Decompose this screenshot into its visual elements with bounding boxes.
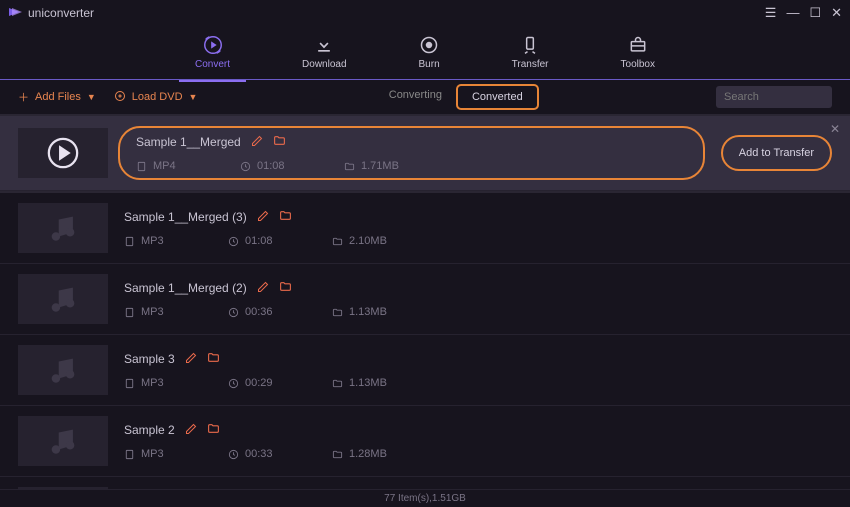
toolbox-icon [628, 35, 648, 55]
main-nav: Convert Download Burn Transfer Toolbox [0, 26, 850, 80]
list-item[interactable]: Sample 1__Merged (2) MP3 00:36 1.13MB [0, 264, 850, 335]
nav-convert[interactable]: Convert [187, 31, 238, 74]
audio-thumbnail[interactable] [18, 416, 108, 466]
audio-thumbnail[interactable] [18, 203, 108, 253]
item-size: 1.28MB [332, 448, 418, 460]
load-dvd-label: Load DVD [132, 91, 183, 103]
file-list[interactable]: Sample 1__Merged MP4 01:08 1.71MB Add to… [0, 114, 850, 489]
nav-transfer[interactable]: Transfer [504, 31, 557, 74]
search-placeholder: Search [724, 91, 759, 103]
item-size: 1.13MB [332, 306, 418, 318]
nav-label: Download [302, 59, 346, 70]
nav-burn[interactable]: Burn [411, 31, 448, 74]
item-size: 1.71MB [344, 160, 430, 172]
status-text: 77 Item(s),1.51GB [384, 493, 466, 504]
minimize-button[interactable]: — [786, 5, 799, 21]
list-item[interactable]: Sample 3 MP3 00:29 1.13MB [0, 335, 850, 406]
menu-button[interactable]: ☰ [765, 5, 777, 21]
nav-label: Convert [195, 59, 230, 70]
plus-icon: ＋ [18, 89, 29, 105]
list-item[interactable]: Sample 1__Merged (3) MP3 01:08 2.10MB [0, 193, 850, 264]
titlebar: uniconverter ☰ — ☐ ✕ [0, 0, 850, 26]
nav-label: Burn [419, 59, 440, 70]
folder-icon[interactable] [207, 422, 220, 438]
load-dvd-button[interactable]: Load DVD ▼ [114, 90, 198, 105]
chevron-down-icon: ▼ [87, 92, 96, 102]
item-size: 1.13MB [332, 377, 418, 389]
item-name: Sample 1__Merged (3) [124, 210, 247, 224]
item-name: Sample 2 [124, 423, 175, 437]
item-duration: 00:29 [228, 377, 286, 389]
maximize-button[interactable]: ☐ [809, 5, 821, 21]
nav-download[interactable]: Download [294, 31, 354, 74]
tab-converting[interactable]: Converting [375, 84, 456, 110]
video-thumbnail[interactable] [18, 128, 108, 178]
toolbar: ＋ Add Files ▼ Load DVD ▼ Converting Conv… [0, 80, 850, 114]
close-icon[interactable]: ✕ [830, 122, 840, 136]
item-duration: 00:36 [228, 306, 286, 318]
item-duration: 01:08 [240, 160, 298, 172]
item-format: MP3 [124, 377, 182, 389]
search-input[interactable]: Search [716, 86, 832, 108]
chevron-down-icon: ▼ [189, 92, 198, 102]
folder-icon[interactable] [279, 280, 292, 296]
list-item[interactable]: Sample 1 MP3 00:04 140.48KB [0, 477, 850, 489]
folder-icon[interactable] [279, 209, 292, 225]
item-duration: 01:08 [228, 235, 286, 247]
item-format: MP3 [124, 448, 182, 460]
app-title: uniconverter [28, 6, 94, 20]
download-icon [314, 35, 334, 55]
folder-icon[interactable] [207, 351, 220, 367]
app-logo-icon [8, 5, 22, 22]
item-size: 2.10MB [332, 235, 418, 247]
convert-icon [202, 35, 224, 55]
add-to-transfer-button[interactable]: Add to Transfer [721, 135, 832, 171]
audio-thumbnail[interactable] [18, 274, 108, 324]
item-name: Sample 1__Merged (2) [124, 281, 247, 295]
item-format: MP4 [136, 160, 194, 172]
list-item[interactable]: Sample 2 MP3 00:33 1.28MB [0, 406, 850, 477]
folder-icon[interactable] [273, 134, 286, 150]
tab-converted[interactable]: Converted [456, 84, 539, 110]
item-name: Sample 1__Merged [136, 135, 241, 149]
edit-icon[interactable] [251, 135, 263, 150]
audio-thumbnail[interactable] [18, 487, 108, 489]
nav-label: Transfer [512, 59, 549, 70]
list-item[interactable]: Sample 1__Merged MP4 01:08 1.71MB Add to… [0, 116, 850, 191]
edit-icon[interactable] [185, 423, 197, 438]
nav-label: Toolbox [621, 59, 655, 70]
item-name: Sample 3 [124, 352, 175, 366]
window-controls: ☰ — ☐ ✕ [765, 5, 842, 21]
edit-icon[interactable] [257, 210, 269, 225]
status-bar: 77 Item(s),1.51GB [0, 489, 850, 507]
burn-icon [419, 35, 439, 55]
item-duration: 00:33 [228, 448, 286, 460]
add-files-label: Add Files [35, 91, 81, 103]
item-format: MP3 [124, 235, 182, 247]
add-files-button[interactable]: ＋ Add Files ▼ [18, 89, 96, 105]
transfer-icon [520, 35, 540, 55]
disc-icon [114, 90, 126, 105]
audio-thumbnail[interactable] [18, 345, 108, 395]
edit-icon[interactable] [257, 281, 269, 296]
nav-toolbox[interactable]: Toolbox [613, 31, 663, 74]
item-format: MP3 [124, 306, 182, 318]
close-button[interactable]: ✕ [831, 5, 842, 21]
edit-icon[interactable] [185, 352, 197, 367]
